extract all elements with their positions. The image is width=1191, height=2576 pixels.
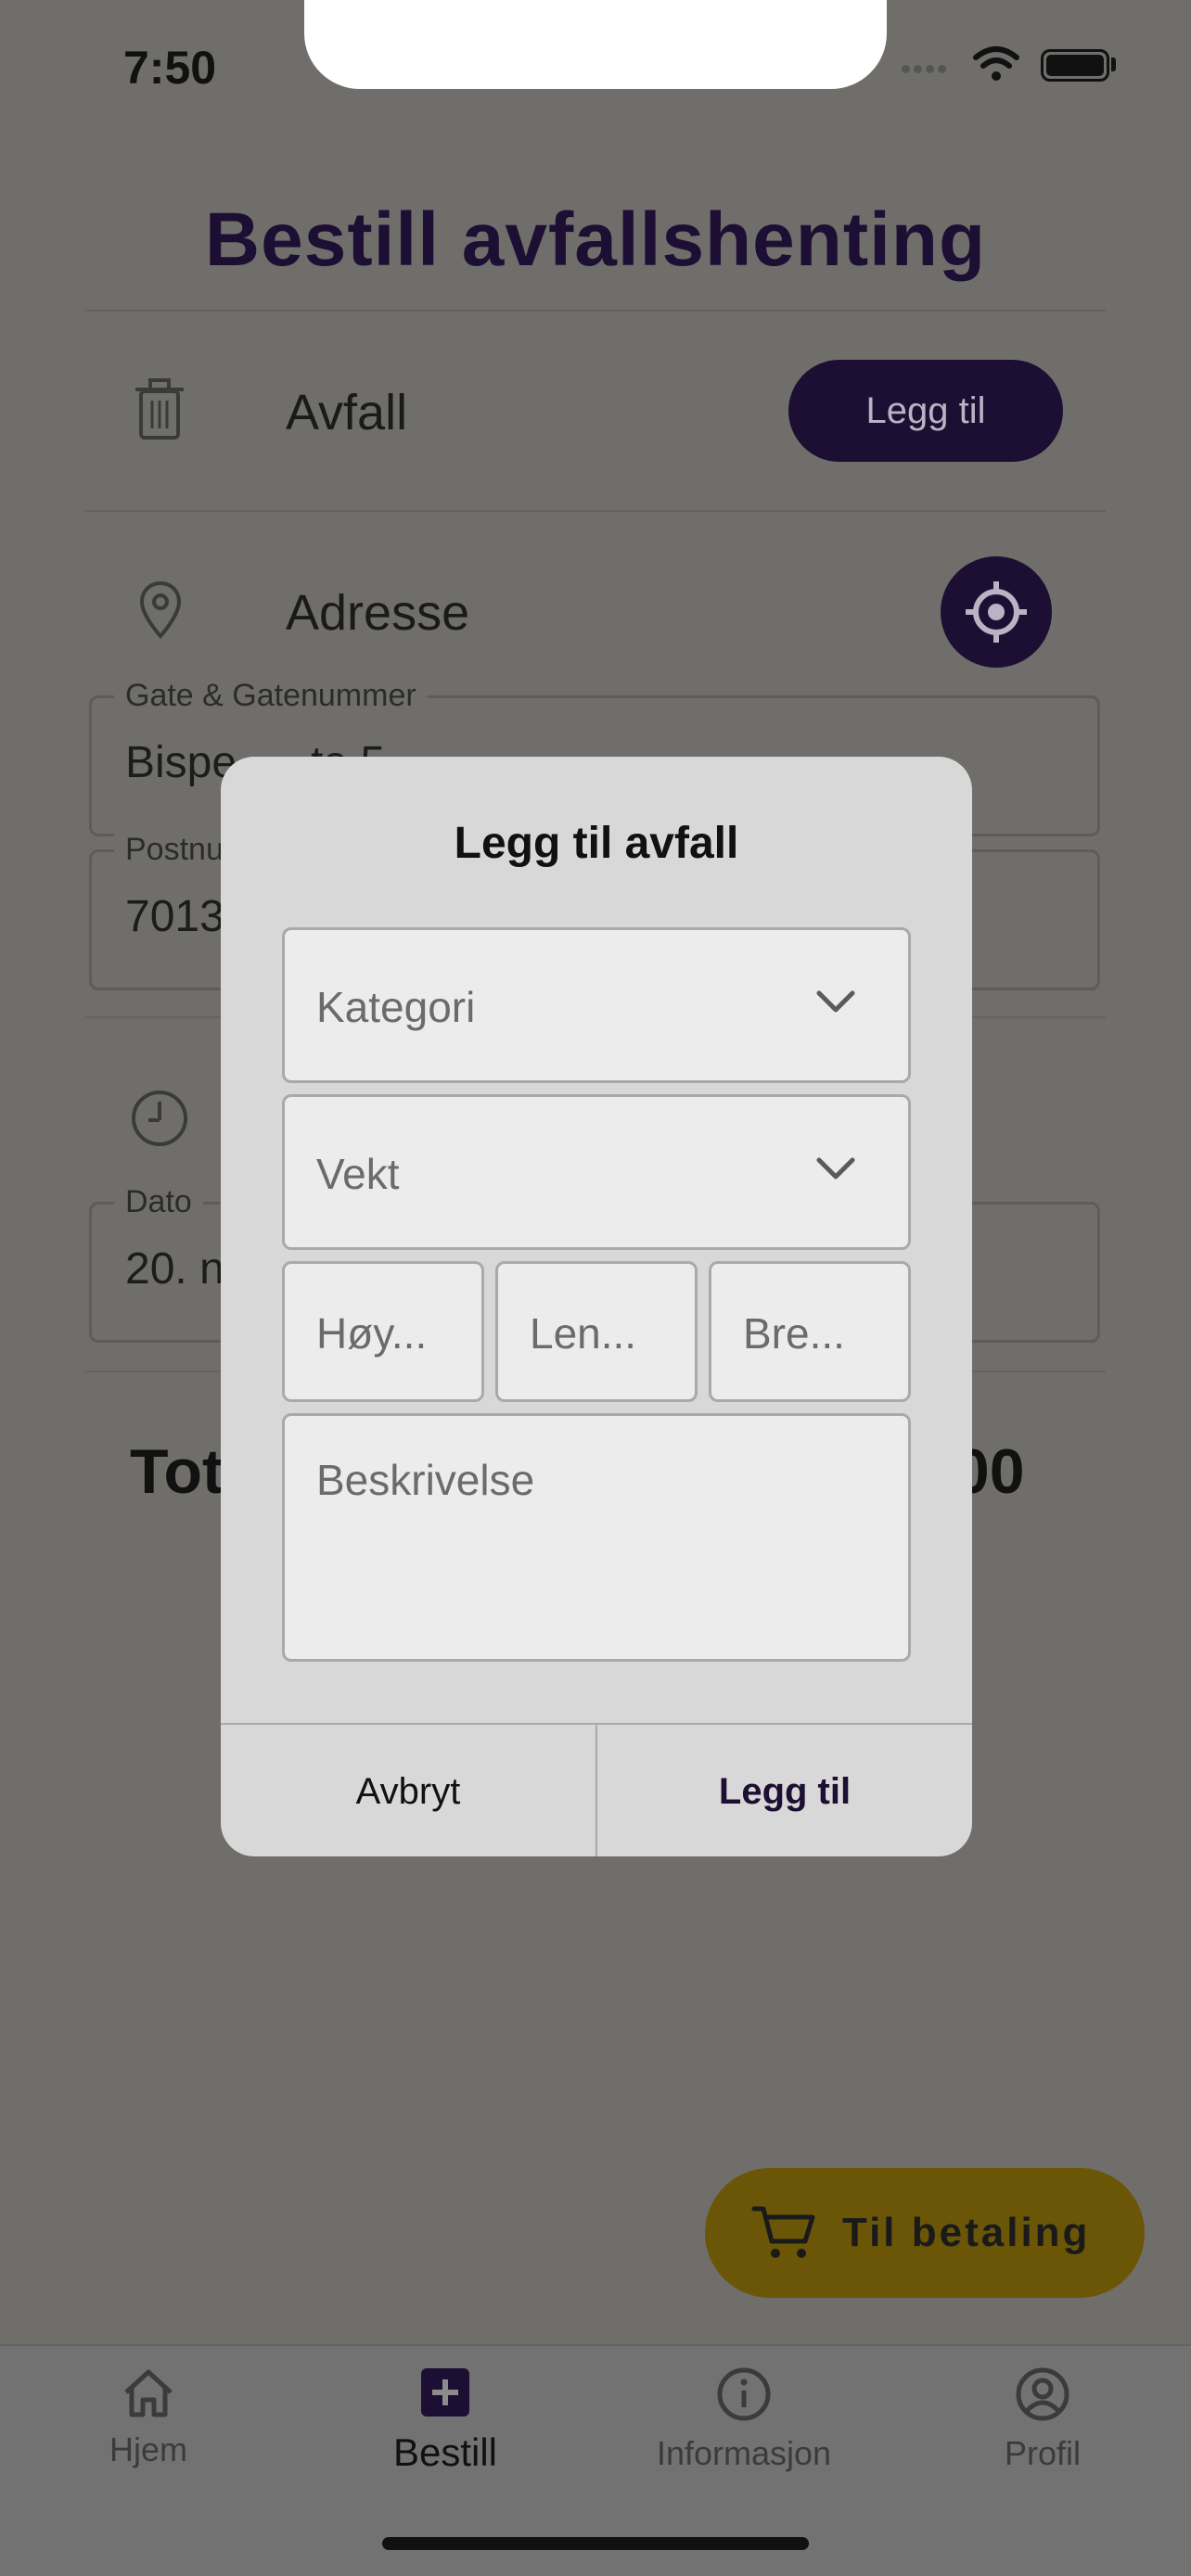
home-indicator	[382, 2537, 809, 2550]
tab-profile-label: Profil	[1004, 2434, 1082, 2472]
date-field-value: 20. n	[125, 1244, 224, 1294]
date-field-label: Dato	[114, 1184, 203, 1220]
cart-icon	[751, 2206, 815, 2258]
total-label: Tot	[130, 1436, 224, 1507]
device-notch	[304, 0, 887, 89]
signal-icon	[902, 61, 957, 80]
info-icon	[717, 2367, 771, 2421]
width-input[interactable]: Bre...	[709, 1261, 911, 1402]
length-input[interactable]: Len...	[495, 1261, 698, 1402]
description-placeholder: Beskrivelse	[316, 1456, 535, 1504]
tab-information[interactable]: Informasjon	[642, 2366, 846, 2473]
category-placeholder: Kategori	[316, 983, 476, 1031]
weight-select[interactable]: Vekt	[282, 1094, 911, 1250]
cancel-button[interactable]: Avbryt	[221, 1725, 597, 1856]
tab-home[interactable]: Hjem	[46, 2366, 250, 2469]
battery-icon	[1041, 49, 1109, 82]
chevron-down-icon	[816, 1157, 855, 1180]
plus-square-icon	[421, 2368, 469, 2417]
weight-placeholder: Vekt	[316, 1150, 400, 1198]
width-placeholder: Bre...	[743, 1309, 845, 1358]
postal-field-value: 7013	[125, 892, 224, 941]
tab-order[interactable]: Bestill	[343, 2366, 547, 2475]
height-placeholder: Høy...	[316, 1309, 428, 1358]
height-input[interactable]: Høy...	[282, 1261, 484, 1402]
address-label: Adresse	[286, 585, 470, 641]
location-pin-icon	[139, 580, 182, 639]
dialog-actions: Avbryt Legg til	[221, 1723, 972, 1856]
checkout-button[interactable]: Til betaling	[705, 2168, 1145, 2298]
divider	[85, 310, 1106, 312]
divider	[85, 510, 1106, 512]
order-screen: 7:50 Bestill avfallshenting Avfall Legg …	[0, 0, 1191, 2576]
battery-tip	[1111, 57, 1116, 71]
category-select[interactable]: Kategori	[282, 927, 911, 1083]
tab-order-label: Bestill	[392, 2430, 498, 2474]
tab-information-label: Informasjon	[656, 2434, 832, 2472]
street-field-label: Gate & Gatenummer	[114, 678, 428, 714]
checkout-label: Til betaling	[842, 2210, 1091, 2255]
add-waste-dialog: Legg til avfall Kategori Vekt Høy... Len…	[221, 757, 972, 1856]
home-icon	[124, 2369, 173, 2417]
page-title: Bestill avfallshenting	[204, 198, 987, 282]
add-waste-button[interactable]: Legg til	[788, 360, 1063, 462]
postal-field-label: Postnu	[114, 832, 235, 868]
locate-me-button[interactable]	[941, 556, 1052, 668]
chevron-down-icon	[816, 990, 855, 1013]
length-placeholder: Len...	[530, 1309, 637, 1358]
wifi-icon	[973, 46, 1019, 81]
tab-profile[interactable]: Profil	[941, 2366, 1145, 2473]
waste-label: Avfall	[286, 385, 408, 440]
status-time: 7:50	[123, 42, 217, 94]
clock-icon	[132, 1090, 187, 1146]
profile-icon	[1016, 2367, 1069, 2421]
crosshair-icon	[966, 581, 1027, 643]
description-input[interactable]: Beskrivelse	[282, 1413, 911, 1662]
trash-icon	[135, 378, 184, 440]
tab-home-label: Hjem	[109, 2430, 187, 2468]
dialog-title: Legg til avfall	[454, 819, 739, 868]
confirm-add-button[interactable]: Legg til	[597, 1725, 972, 1856]
